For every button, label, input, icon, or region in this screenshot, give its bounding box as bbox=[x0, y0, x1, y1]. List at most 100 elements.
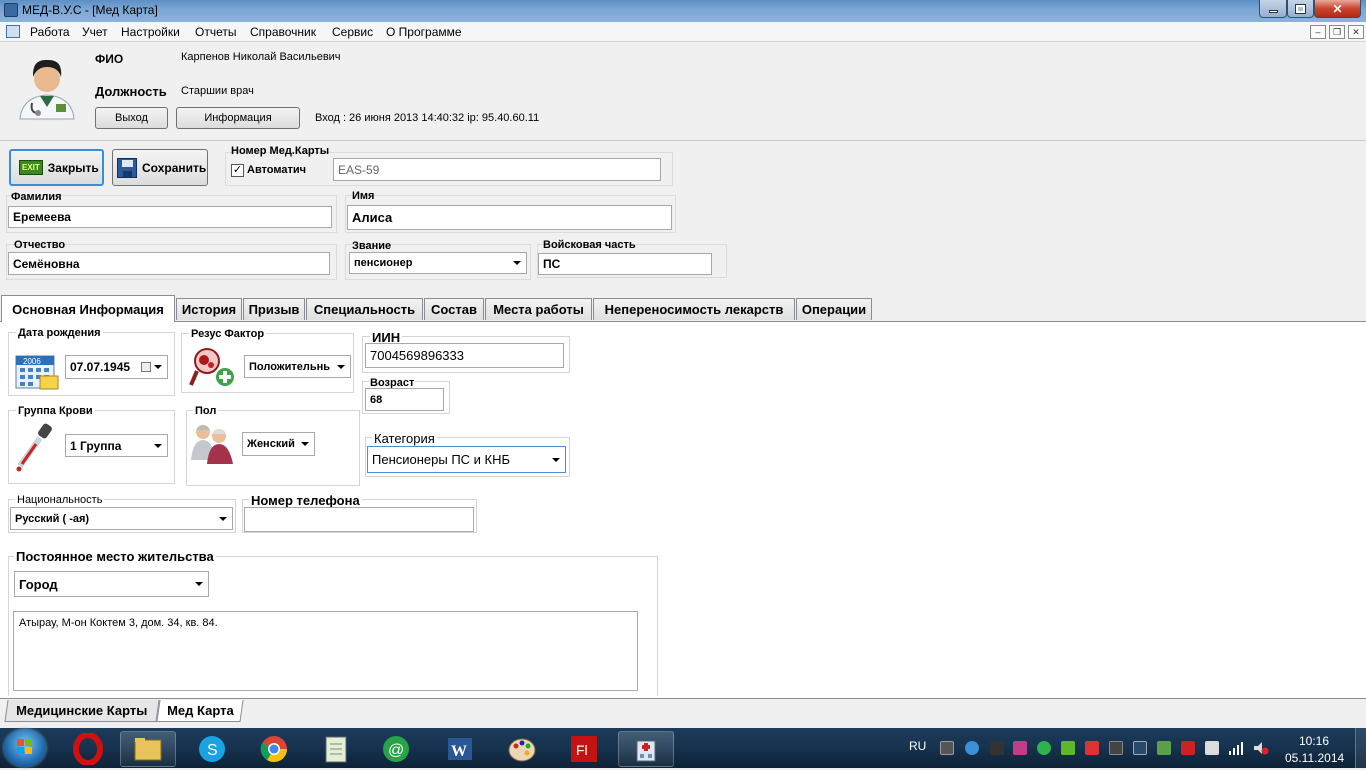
notepad-icon bbox=[325, 736, 347, 763]
tray-agent-icon[interactable] bbox=[1037, 741, 1051, 755]
tray-check-icon[interactable] bbox=[1157, 741, 1171, 755]
mdi-restore-button[interactable]: ❐ bbox=[1329, 25, 1345, 39]
blood-group-value: 1 Группа bbox=[70, 438, 122, 453]
tray-keyboard-icon[interactable] bbox=[1109, 741, 1123, 755]
tab-med-card[interactable]: Мед Карта bbox=[156, 700, 244, 722]
tray-display-icon[interactable] bbox=[1133, 741, 1147, 755]
doctor-avatar bbox=[14, 47, 80, 123]
taskbar-opera[interactable] bbox=[60, 731, 116, 767]
rh-dropdown[interactable]: Положительнь bbox=[244, 355, 351, 378]
tray-flag-icon[interactable] bbox=[1085, 741, 1099, 755]
auto-checkbox[interactable]: ✓ bbox=[231, 164, 244, 177]
birthdate-label: Дата рождения bbox=[16, 327, 103, 339]
restore-button[interactable] bbox=[1287, 0, 1314, 18]
patronymic-field[interactable]: Семёновна bbox=[8, 252, 330, 275]
clock-time[interactable]: 10:16 bbox=[1299, 734, 1329, 748]
taskbar-chrome[interactable] bbox=[246, 731, 302, 767]
tab-drug-intolerance[interactable]: Непереносимость лекарств bbox=[593, 298, 795, 320]
blood-group-dropdown[interactable]: 1 Группа bbox=[65, 434, 168, 457]
menu-otchety[interactable]: Отчеты bbox=[195, 25, 236, 39]
tray-device-icon[interactable] bbox=[1205, 741, 1219, 755]
restore-icon bbox=[1295, 3, 1306, 14]
unit-field[interactable]: ПС bbox=[538, 253, 712, 275]
close-card-button[interactable]: EXIT Закрыть bbox=[9, 149, 104, 186]
position-label: Должность bbox=[95, 84, 167, 99]
chevron-down-icon bbox=[552, 457, 560, 462]
card-number-field[interactable]: EAS-59 bbox=[333, 158, 661, 181]
mdi-minimize-button[interactable]: – bbox=[1310, 25, 1326, 39]
patronymic-label: Отчество bbox=[14, 239, 66, 251]
surname-label: Фамилия bbox=[11, 191, 62, 203]
address-textarea[interactable]: Атырау, М-он Коктем 3, дом. 34, кв. 84. bbox=[13, 611, 638, 691]
menu-o-programme[interactable]: О Программе bbox=[386, 25, 462, 39]
surname-field[interactable]: Еремеева bbox=[8, 206, 332, 228]
window-title: МЕД-В.У.С - [Мед Карта] bbox=[22, 3, 158, 17]
minimize-button[interactable] bbox=[1259, 0, 1287, 18]
exit-icon: EXIT bbox=[19, 160, 43, 175]
residence-type-dropdown[interactable]: Город bbox=[14, 571, 209, 597]
taskbar-medvus[interactable] bbox=[618, 731, 674, 767]
signal-icon[interactable] bbox=[1228, 741, 1244, 755]
taskbar-paint[interactable] bbox=[494, 731, 550, 767]
menu-rabota[interactable]: Работа bbox=[30, 25, 70, 39]
mdi-child-icon[interactable] bbox=[6, 25, 20, 38]
show-desktop-button[interactable] bbox=[1355, 728, 1366, 768]
menu-servis[interactable]: Сервис bbox=[332, 25, 373, 39]
birthdate-picker[interactable]: 07.07.1945 bbox=[65, 355, 168, 379]
tray-red-flag-icon[interactable] bbox=[1181, 741, 1195, 755]
taskbar-flash[interactable]: Fl bbox=[556, 731, 612, 767]
tab-operations[interactable]: Операции bbox=[796, 298, 872, 320]
volume-muted-icon[interactable] bbox=[1253, 741, 1269, 755]
tab-main-info[interactable]: Основная Информация bbox=[1, 295, 175, 322]
menu-uchet[interactable]: Учет bbox=[82, 25, 108, 39]
tray-shield-icon[interactable] bbox=[1061, 741, 1075, 755]
sex-dropdown[interactable]: Женский bbox=[242, 432, 315, 456]
tray-off-icon[interactable] bbox=[940, 741, 954, 755]
language-indicator[interactable]: RU bbox=[909, 739, 926, 753]
windows-logo-icon bbox=[17, 739, 32, 754]
chevron-down-icon bbox=[154, 365, 162, 369]
category-dropdown[interactable]: Пенсионеры ПС и КНБ bbox=[367, 446, 566, 473]
chevron-down-icon bbox=[195, 582, 203, 586]
menu-nastroiki[interactable]: Настройки bbox=[121, 25, 180, 39]
tab-conscription[interactable]: Призыв bbox=[243, 298, 305, 320]
card-number-label: Номер Мед.Карты bbox=[231, 145, 330, 157]
fio-value: Карпенов Николай Васильевич bbox=[181, 51, 341, 63]
tab-specialty[interactable]: Специальность bbox=[306, 298, 423, 320]
svg-text:@: @ bbox=[388, 742, 404, 759]
blood-drop-magnifier-icon bbox=[189, 345, 237, 389]
taskbar-word[interactable]: W bbox=[432, 731, 488, 767]
calendar-icon: 2006 bbox=[14, 350, 60, 390]
residence-type-value: Город bbox=[19, 576, 58, 592]
start-button[interactable] bbox=[4, 729, 46, 767]
save-button[interactable]: Сохранить bbox=[112, 149, 208, 186]
login-info: Вход : 26 июня 2013 14:40:32 ip: 95.40.6… bbox=[315, 112, 540, 124]
minimize-icon bbox=[1268, 10, 1278, 13]
age-field: 68 bbox=[365, 388, 444, 411]
rh-value: Положительнь bbox=[249, 360, 330, 373]
exit-button[interactable]: Выход bbox=[95, 107, 168, 129]
tray-clock-icon[interactable] bbox=[965, 741, 979, 755]
floppy-save-icon bbox=[117, 157, 137, 178]
close-window-button[interactable]: ✕ bbox=[1314, 0, 1361, 18]
clock-date[interactable]: 05.11.2014 bbox=[1285, 751, 1344, 765]
tab-composition[interactable]: Состав bbox=[424, 298, 484, 320]
iin-field[interactable]: 7004569896333 bbox=[365, 343, 564, 368]
rank-dropdown[interactable]: пенсионер bbox=[349, 252, 527, 274]
phone-field[interactable] bbox=[244, 507, 474, 532]
taskbar-notepad[interactable] bbox=[308, 731, 364, 767]
rank-value: пенсионер bbox=[354, 257, 413, 269]
taskbar-explorer[interactable] bbox=[120, 731, 176, 767]
tray-pen-icon[interactable] bbox=[1013, 741, 1027, 755]
tab-history[interactable]: История bbox=[176, 298, 242, 320]
tray-spy-icon[interactable] bbox=[990, 741, 1004, 755]
nationality-dropdown[interactable]: Русский ( -ая) bbox=[10, 507, 233, 530]
name-field[interactable]: Алиса bbox=[347, 205, 672, 230]
info-button[interactable]: Информация bbox=[176, 107, 300, 129]
menu-spravochnik[interactable]: Справочник bbox=[250, 25, 316, 39]
taskbar-skype[interactable]: S bbox=[184, 731, 240, 767]
tab-workplaces[interactable]: Места работы bbox=[485, 298, 592, 320]
mdi-close-button[interactable]: ✕ bbox=[1348, 25, 1364, 39]
taskbar-mail-agent[interactable]: @ bbox=[368, 731, 424, 767]
tab-medical-cards[interactable]: Медицинские Карты bbox=[4, 700, 160, 722]
